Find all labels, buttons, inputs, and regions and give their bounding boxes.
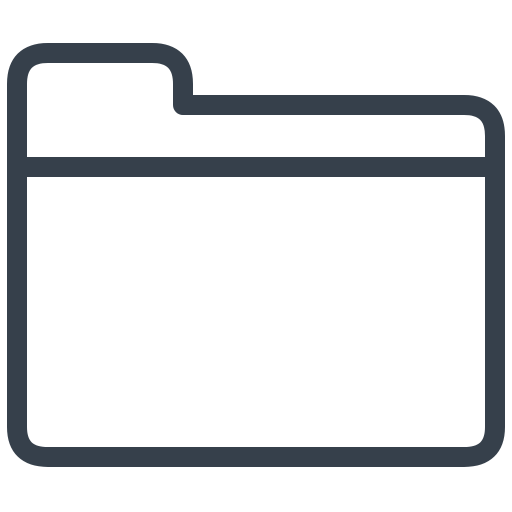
icon-canvas [0,0,512,512]
folder-outline [7,43,505,467]
folder-icon [7,43,505,467]
